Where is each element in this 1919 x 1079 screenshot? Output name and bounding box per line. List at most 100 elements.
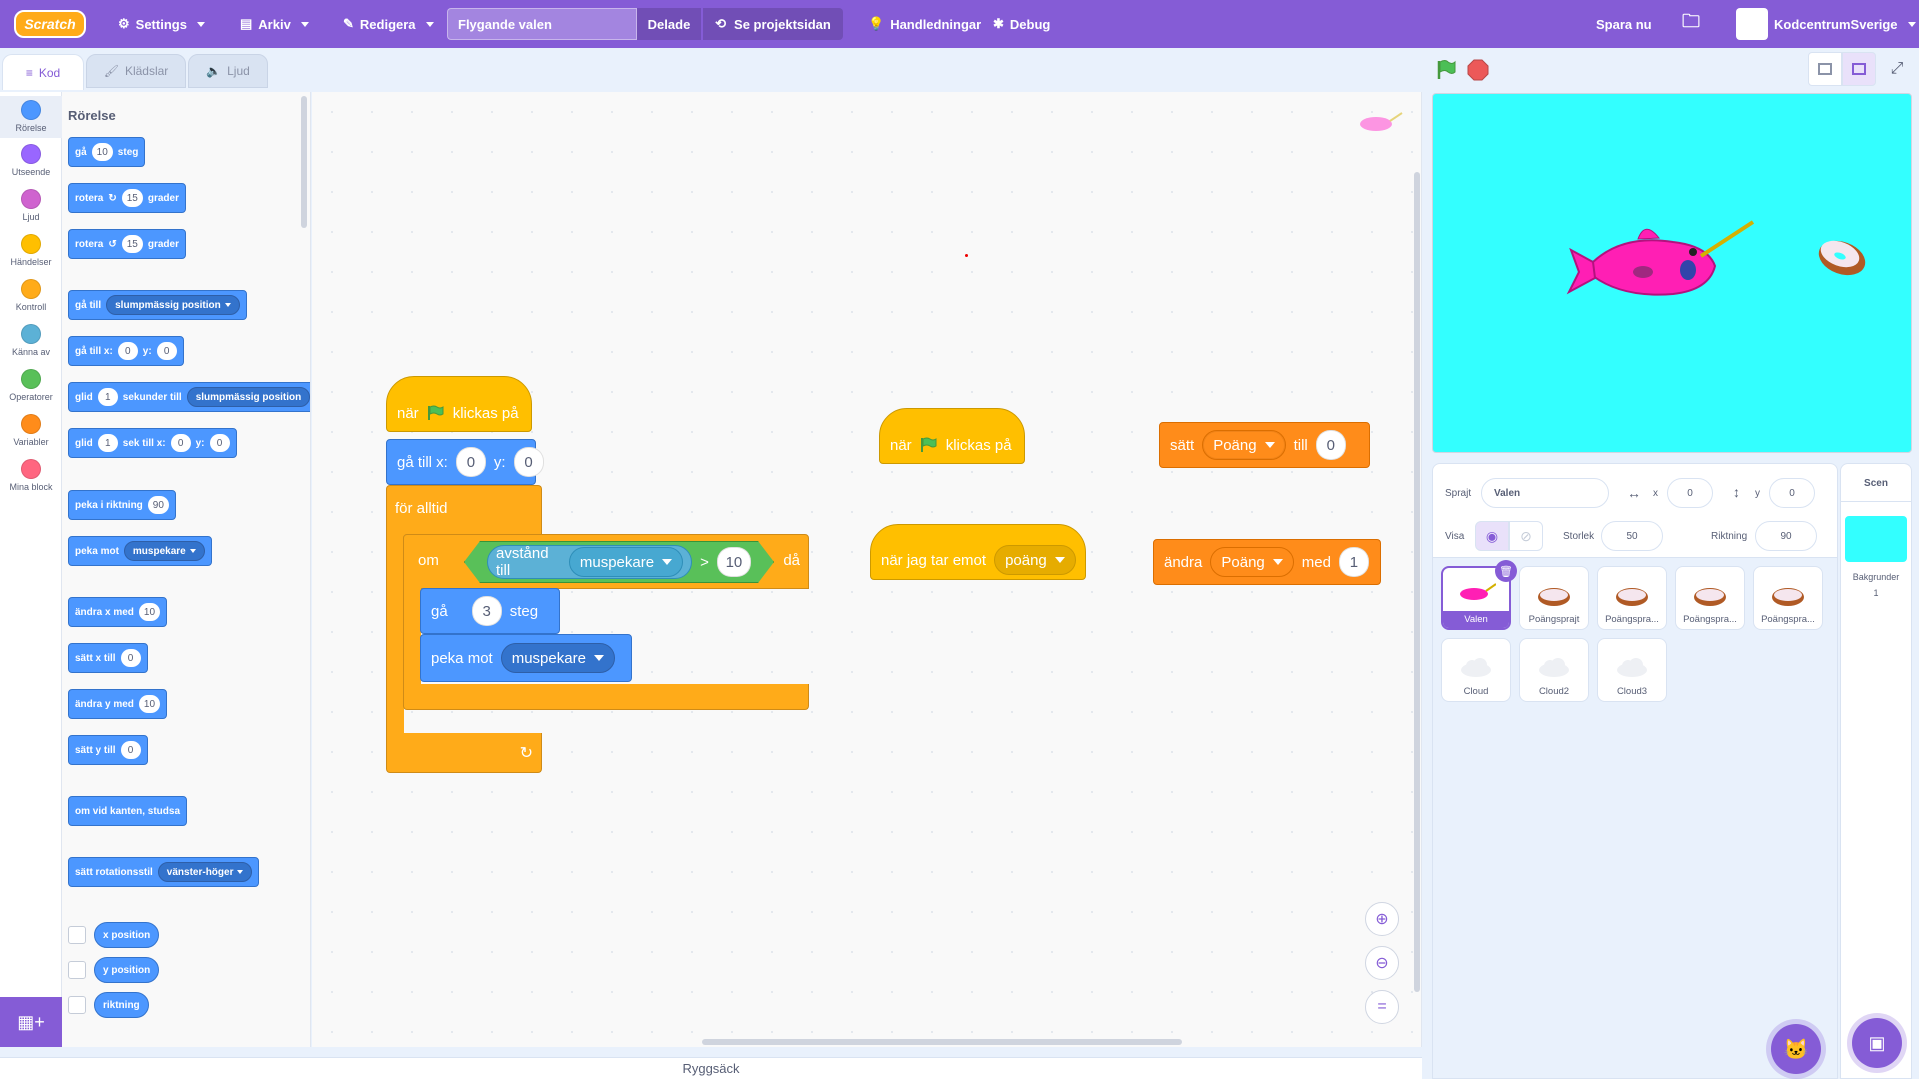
my-stuff-button[interactable]: 🗀 xyxy=(1682,0,1700,48)
zoom-reset-button[interactable]: = xyxy=(1365,990,1399,1024)
when-flag-clicked-hat[interactable]: när klickas på xyxy=(386,376,532,432)
when-flag-clicked-hat-2[interactable]: när klickas på xyxy=(879,408,1025,464)
sprite-tile[interactable]: Cloud2 xyxy=(1519,638,1589,702)
edit-menu[interactable]: ✎ Redigera xyxy=(343,0,434,48)
hide-sprite-button[interactable]: ⊘ xyxy=(1509,521,1543,551)
stage[interactable] xyxy=(1432,93,1912,453)
x-position-reporter[interactable]: x position xyxy=(94,922,160,948)
project-title-input[interactable]: Flygande valen xyxy=(447,8,637,40)
project-page-button[interactable]: ⟲ Se projektsidan xyxy=(703,8,843,40)
palette-point-towards-block[interactable]: peka mot muspekare xyxy=(68,536,212,566)
value-input[interactable]: 1 xyxy=(1338,547,1369,577)
palette-turn-left-block[interactable]: rotera ↺ 15 grader xyxy=(68,229,186,259)
backdrop-thumbnail[interactable] xyxy=(1845,516,1907,562)
zoom-in-button[interactable]: ⊕ xyxy=(1365,902,1399,936)
block-input[interactable]: 15 xyxy=(121,235,143,253)
block-input[interactable]: 0 xyxy=(170,434,191,452)
small-stage-button[interactable] xyxy=(1808,52,1842,86)
vertical-scrollbar[interactable] xyxy=(1414,172,1420,992)
file-menu[interactable]: ▤ Arkiv xyxy=(240,0,309,48)
category-variables[interactable]: Variabler xyxy=(0,414,62,447)
palette-move-block[interactable]: gå 10 steg xyxy=(68,137,146,167)
variable-dropdown[interactable]: Poäng xyxy=(1202,430,1286,460)
backpack-bar[interactable]: Ryggsäck xyxy=(0,1057,1422,1079)
zoom-out-button[interactable]: ⊖ xyxy=(1365,946,1399,980)
set-variable-block[interactable]: sätt Poäng till 0 xyxy=(1159,422,1370,468)
when-i-receive-hat[interactable]: när jag tar emot poäng xyxy=(870,524,1086,580)
y-position-checkbox[interactable] xyxy=(68,961,86,979)
point-target-dropdown[interactable]: muspekare xyxy=(500,643,615,673)
block-input[interactable]: 1 xyxy=(97,434,118,452)
category-my-blocks[interactable]: Mina block xyxy=(0,459,62,492)
fullscreen-button[interactable]: ⤢ xyxy=(1880,52,1914,86)
add-extension-button[interactable]: ▦+ xyxy=(0,997,62,1047)
block-input[interactable]: 90 xyxy=(147,496,169,514)
tab-sounds[interactable]: 🔈 Ljud xyxy=(188,54,268,88)
palette-bounce-block[interactable]: om vid kanten, studsa xyxy=(68,796,188,826)
block-input[interactable]: 0 xyxy=(117,342,138,360)
block-input[interactable]: 0 xyxy=(209,434,230,452)
account-menu[interactable]: KodcentrumSverige xyxy=(1736,0,1916,48)
category-looks[interactable]: Utseende xyxy=(0,144,62,177)
block-input[interactable]: 0 xyxy=(156,342,177,360)
sprite-tile[interactable]: Poängspra... xyxy=(1675,566,1745,630)
x-input[interactable]: 0 xyxy=(455,447,486,477)
delete-sprite-button[interactable]: 🗑 xyxy=(1495,560,1517,582)
direction-checkbox[interactable] xyxy=(68,996,86,1014)
palette-glide-block[interactable]: glid 1 sekunder till slumpmässig position xyxy=(68,382,310,412)
palette-change-y-block[interactable]: ändra y med 10 xyxy=(68,689,168,719)
sprite-tile[interactable]: Poängspra... xyxy=(1753,566,1823,630)
debug-button[interactable]: ✱ Debug xyxy=(993,0,1050,48)
sprite-tile[interactable]: Poängspra... xyxy=(1597,566,1667,630)
green-flag-button[interactable] xyxy=(1434,58,1458,87)
shared-button[interactable]: Delade xyxy=(637,8,701,40)
category-operators[interactable]: Operatorer xyxy=(0,369,62,402)
sprite-tile[interactable]: Valen 🗑 xyxy=(1441,560,1517,630)
greater-than-operator[interactable]: avstånd till muspekare > 10 xyxy=(464,541,774,583)
block-input[interactable]: 15 xyxy=(121,189,143,207)
settings-menu[interactable]: ⚙ Settings xyxy=(118,0,205,48)
size-input[interactable]: 50 xyxy=(1601,521,1663,551)
add-sprite-button[interactable]: 🐱 xyxy=(1771,1024,1821,1074)
palette-change-x-block[interactable]: ändra x med 10 xyxy=(68,597,168,627)
palette-glide-xy-block[interactable]: glid 1 sek till x: 0 y: 0 xyxy=(68,428,237,458)
block-input[interactable]: 10 xyxy=(91,143,113,161)
goto-xy-block[interactable]: gå till x: 0 y: 0 xyxy=(386,439,544,485)
block-input[interactable]: 10 xyxy=(138,695,161,713)
category-sound[interactable]: Ljud xyxy=(0,189,62,222)
direction-input[interactable]: 90 xyxy=(1755,521,1817,551)
category-motion[interactable]: Rörelse xyxy=(0,96,62,138)
move-steps-block[interactable]: gå 3 steg xyxy=(420,588,560,634)
palette-turn-right-block[interactable]: rotera ↻ 15 grader xyxy=(68,183,186,213)
tutorials-button[interactable]: 💡 Handledningar xyxy=(868,0,981,48)
horizontal-scrollbar[interactable] xyxy=(702,1039,1182,1045)
block-dropdown[interactable]: vänster-höger xyxy=(157,862,253,882)
steps-input[interactable]: 3 xyxy=(471,596,502,626)
add-backdrop-button[interactable]: ▣ xyxy=(1852,1018,1902,1068)
palette-rotation-style-block[interactable]: sätt rotationsstil vänster-höger xyxy=(68,857,260,887)
block-input[interactable]: 1 xyxy=(97,388,118,406)
if-block[interactable]: om avstånd till muspekare > 10 då xyxy=(403,534,809,589)
tab-costumes[interactable]: 🖌 Klädslar xyxy=(86,54,186,88)
category-events[interactable]: Händelser xyxy=(0,234,62,267)
compare-value-input[interactable]: 10 xyxy=(717,547,751,577)
y-position-reporter[interactable]: y position xyxy=(94,957,160,983)
forever-block[interactable]: för alltid xyxy=(386,485,542,535)
block-input[interactable]: 0 xyxy=(120,649,141,667)
x-input[interactable]: 0 xyxy=(1667,478,1713,508)
palette-point-direction-block[interactable]: peka i riktning 90 xyxy=(68,490,176,520)
stop-button[interactable] xyxy=(1466,58,1490,82)
block-input[interactable]: 0 xyxy=(120,741,141,759)
sprite-tile[interactable]: Cloud3 xyxy=(1597,638,1667,702)
large-stage-button[interactable] xyxy=(1842,52,1876,86)
palette-scrollbar[interactable] xyxy=(301,96,307,228)
change-variable-block[interactable]: ändra Poäng med 1 xyxy=(1153,539,1381,585)
distance-to-reporter[interactable]: avstånd till muspekare xyxy=(487,545,692,579)
block-dropdown[interactable]: muspekare xyxy=(123,541,205,561)
palette-set-y-block[interactable]: sätt y till 0 xyxy=(68,735,148,765)
distance-target-dropdown[interactable]: muspekare xyxy=(569,547,683,577)
save-now-button[interactable]: Spara nu xyxy=(1596,0,1652,48)
category-control[interactable]: Kontroll xyxy=(0,279,62,312)
show-sprite-button[interactable]: ◉ xyxy=(1475,521,1509,551)
block-dropdown[interactable]: slumpmässig position xyxy=(106,295,240,315)
